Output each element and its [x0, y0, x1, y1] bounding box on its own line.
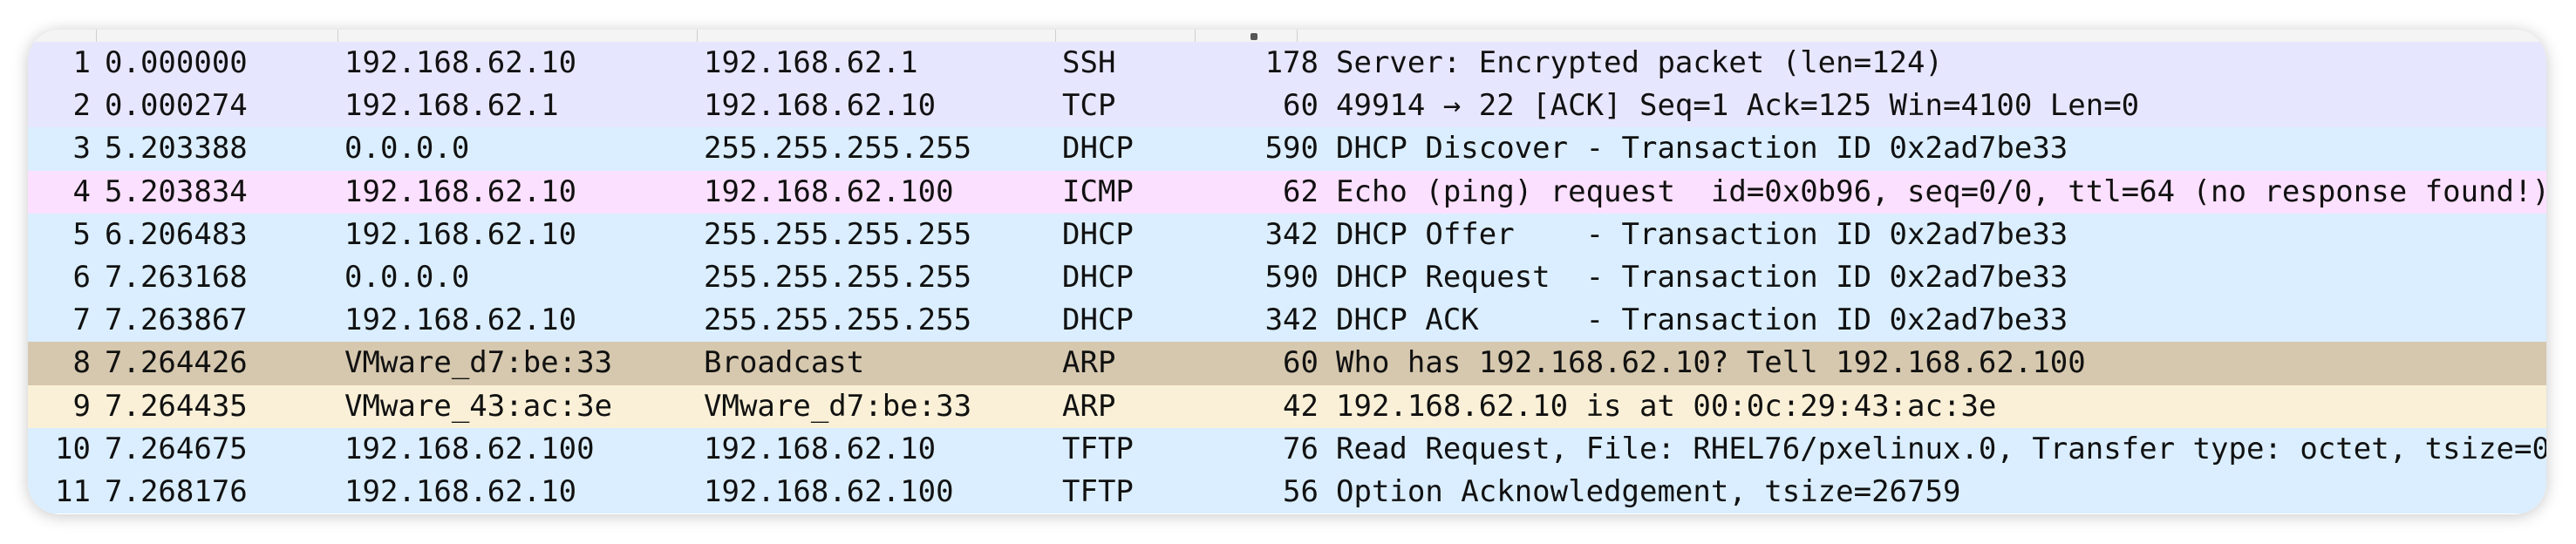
- packet-number: 3: [72, 131, 91, 167]
- packet-info: 49914 → 22 [ACK] Seq=1 Ack=125 Win=4100 …: [1336, 88, 2140, 124]
- packet-row[interactable]: 7 7.263867 192.168.62.10 255.255.255.255 DHC…: [28, 299, 2546, 343]
- packet-length: 342: [1264, 216, 1319, 252]
- packet-row[interactable]: 6 7.263168 0.0.0.0 255.255.255.255 DHCP 590 DH…: [28, 255, 2546, 300]
- packet-time: 7.264426: [105, 345, 248, 381]
- packet-source: 192.168.62.1: [344, 88, 559, 124]
- packet-number: 2: [72, 88, 91, 124]
- packet-time: 6.206483: [105, 216, 248, 252]
- packet-source: 0.0.0.0: [344, 259, 470, 295]
- packet-protocol: DHCP: [1062, 303, 1134, 338]
- column-divider[interactable]: [1195, 30, 1196, 42]
- packet-source: 192.168.62.10: [344, 173, 577, 209]
- packet-protocol: TFTP: [1062, 473, 1134, 509]
- packet-info: DHCP ACK - Transaction ID 0x2ad7be33: [1336, 303, 2068, 338]
- packet-protocol: DHCP: [1062, 131, 1134, 167]
- packet-destination: 255.255.255.255: [704, 131, 972, 167]
- packet-destination: VMware_d7:be:33: [704, 388, 972, 424]
- packet-info: Who has 192.168.62.10? Tell 192.168.62.1…: [1336, 345, 2086, 381]
- packet-protocol: TCP: [1062, 88, 1116, 124]
- packet-protocol: DHCP: [1062, 216, 1134, 252]
- packet-length: 42: [1283, 388, 1319, 424]
- packet-length: 178: [1264, 45, 1319, 80]
- packet-info: Read Request, File: RHEL76/pxelinux.0, T…: [1336, 431, 2546, 466]
- packet-time: 7.263867: [105, 303, 248, 338]
- packet-number: 6: [72, 259, 91, 295]
- packet-source: VMware_d7:be:33: [344, 345, 613, 381]
- packet-row[interactable]: 10 7.264675 192.168.62.100 192.168.62.10 TFT…: [28, 427, 2546, 471]
- packet-length: 60: [1283, 88, 1319, 124]
- packet-time: 0.000000: [105, 45, 248, 80]
- column-divider[interactable]: [1055, 30, 1056, 42]
- packet-list-panel: 1 0.000000 192.168.62.10 192.168.62.1 SSH 178…: [28, 30, 2546, 514]
- packet-length: 590: [1264, 131, 1319, 167]
- packet-number: 10: [55, 431, 91, 466]
- packet-info: DHCP Offer - Transaction ID 0x2ad7be33: [1336, 216, 2068, 252]
- packet-number: 7: [72, 303, 91, 338]
- packet-number: 1: [72, 45, 91, 80]
- packet-info: Echo (ping) request id=0x0b96, seq=0/0, …: [1336, 173, 2546, 209]
- packet-number: 4: [72, 173, 91, 209]
- column-divider[interactable]: [337, 30, 338, 42]
- packet-protocol: ARP: [1062, 345, 1116, 381]
- packet-row[interactable]: 4 5.203834 192.168.62.10 192.168.62.100 ICMP…: [28, 170, 2546, 214]
- packet-row[interactable]: 2 0.000274 192.168.62.1 192.168.62.10 TCP 60 4…: [28, 85, 2546, 128]
- packet-list-header[interactable]: [28, 30, 2546, 43]
- packet-time: 7.263168: [105, 259, 248, 295]
- packet-number: 8: [72, 345, 91, 381]
- packet-protocol: ICMP: [1062, 173, 1134, 209]
- packet-info: DHCP Request - Transaction ID 0x2ad7be33: [1336, 259, 2068, 295]
- packet-time: 5.203834: [105, 173, 248, 209]
- packet-time: 7.268176: [105, 473, 248, 509]
- packet-protocol: SSH: [1062, 45, 1116, 80]
- packet-source: 192.168.62.10: [344, 45, 577, 80]
- packet-info: Option Acknowledgement, tsize=26759: [1336, 473, 1961, 509]
- packet-number: 11: [55, 473, 91, 509]
- packet-source: 192.168.62.10: [344, 216, 577, 252]
- packet-row[interactable]: 11 7.268176 192.168.62.10 192.168.62.100 TFT…: [28, 470, 2546, 514]
- packet-destination: 255.255.255.255: [704, 216, 972, 252]
- packet-destination: 255.255.255.255: [704, 303, 972, 338]
- packet-destination: 192.168.62.10: [704, 431, 937, 466]
- packet-source: 192.168.62.10: [344, 303, 577, 338]
- packet-row[interactable]: 3 5.203388 0.0.0.0 255.255.255.255 DHCP 590 DH…: [28, 127, 2546, 171]
- column-divider[interactable]: [697, 30, 698, 42]
- packet-destination: 192.168.62.10: [704, 88, 937, 124]
- packet-row[interactable]: 5 6.206483 192.168.62.10 255.255.255.255 DHC…: [28, 213, 2546, 256]
- packet-destination: 192.168.62.100: [704, 173, 954, 209]
- packet-source: 0.0.0.0: [344, 131, 470, 167]
- sort-indicator-icon: [1251, 33, 1257, 40]
- packet-row[interactable]: 1 0.000000 192.168.62.10 192.168.62.1 SSH 178…: [28, 42, 2546, 85]
- packet-info: Server: Encrypted packet (len=124): [1336, 45, 1943, 80]
- packet-time: 7.264435: [105, 388, 248, 424]
- packet-info: DHCP Discover - Transaction ID 0x2ad7be3…: [1336, 131, 2068, 167]
- packet-length: 76: [1283, 431, 1319, 466]
- packet-row[interactable]: 8 7.264426 VMware_d7:be:33 Broadcast ARP 60 Wh…: [28, 342, 2546, 385]
- packet-protocol: ARP: [1062, 388, 1116, 424]
- packet-length: 590: [1264, 259, 1319, 295]
- packet-destination: 192.168.62.100: [704, 473, 954, 509]
- packet-destination: 192.168.62.1: [704, 45, 918, 80]
- packet-destination: 255.255.255.255: [704, 259, 972, 295]
- packet-length: 62: [1283, 173, 1319, 209]
- packet-length: 60: [1283, 345, 1319, 381]
- packet-protocol: TFTP: [1062, 431, 1134, 466]
- packet-length: 342: [1264, 303, 1319, 338]
- packet-time: 7.264675: [105, 431, 248, 466]
- packet-source: VMware_43:ac:3e: [344, 388, 613, 424]
- packet-number: 9: [72, 388, 91, 424]
- packet-time: 0.000274: [105, 88, 248, 124]
- packet-destination: Broadcast: [704, 345, 865, 381]
- packet-info: 192.168.62.10 is at 00:0c:29:43:ac:3e: [1336, 388, 1997, 424]
- column-divider[interactable]: [96, 30, 97, 42]
- column-divider[interactable]: [1297, 30, 1298, 42]
- packet-row[interactable]: 9 7.264435 VMware_43:ac:3e VMware_d7:be:33 A…: [28, 384, 2546, 428]
- packet-time: 5.203388: [105, 131, 248, 167]
- packet-length: 56: [1283, 473, 1319, 509]
- packet-source: 192.168.62.100: [344, 431, 595, 466]
- packet-list: 1 0.000000 192.168.62.10 192.168.62.1 SSH 178…: [28, 42, 2546, 514]
- packet-number: 5: [72, 216, 91, 252]
- packet-protocol: DHCP: [1062, 259, 1134, 295]
- packet-source: 192.168.62.10: [344, 473, 577, 509]
